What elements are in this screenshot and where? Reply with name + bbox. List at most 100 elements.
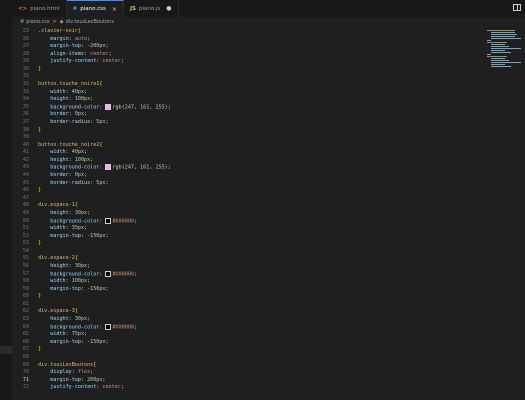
code-line[interactable]: 54 bbox=[12, 248, 482, 255]
tab-piano-css[interactable]: # piano.css × bbox=[66, 0, 124, 17]
code-line[interactable]: 68 bbox=[12, 354, 482, 361]
minimap[interactable] bbox=[483, 26, 525, 400]
code-line[interactable]: 33 width: 40px; bbox=[12, 89, 482, 96]
line-code: } bbox=[38, 66, 41, 73]
token-prop: border bbox=[38, 111, 69, 118]
line-number: 65 bbox=[22, 331, 29, 338]
code-line[interactable]: 44 border: 0px; bbox=[12, 172, 482, 179]
code-line[interactable]: 70 display: flex; bbox=[12, 369, 482, 376]
breadcrumb-file[interactable]: piano.css bbox=[26, 19, 49, 25]
line-code: background-color: #000000; bbox=[38, 323, 137, 332]
line-number: 66 bbox=[22, 338, 29, 345]
code-line[interactable]: 72 justify-content: center; bbox=[12, 384, 482, 391]
code-line[interactable]: 63 height: 30px; bbox=[12, 316, 482, 323]
token-sel: div.tousLesBoutons bbox=[38, 361, 94, 368]
code-line[interactable]: 43 background-color: rgb(247, 161, 255); bbox=[12, 164, 482, 171]
code-line[interactable]: 64 background-color: #000000; bbox=[12, 323, 482, 332]
code-line[interactable]: 61 bbox=[12, 301, 482, 308]
color-swatch-icon[interactable] bbox=[105, 270, 112, 277]
code-line[interactable]: 65 width: 75px; bbox=[12, 331, 482, 338]
code-line[interactable]: 36 border: 0px; bbox=[12, 111, 482, 118]
css-file-icon: # bbox=[20, 18, 25, 25]
token-num: 100px bbox=[74, 156, 91, 163]
line-code: background-color: #000000; bbox=[38, 270, 137, 279]
code-line[interactable]: 34 height: 100px; bbox=[12, 96, 482, 103]
code-line[interactable]: 49 height: 30px; bbox=[12, 210, 482, 217]
token-num: -150px bbox=[87, 232, 106, 239]
code-line[interactable]: 55 div.espace-2{ bbox=[12, 255, 482, 262]
color-swatch-icon[interactable] bbox=[105, 103, 112, 110]
code-line[interactable]: 48 div.espace-1{ bbox=[12, 202, 482, 209]
code-line[interactable]: 58 width: 100px; bbox=[12, 278, 482, 285]
token-sel: div.espace-2 bbox=[38, 255, 75, 262]
line-number: 33 bbox=[22, 88, 29, 95]
code-line[interactable]: 30} bbox=[12, 66, 482, 73]
code-line[interactable]: 71 margin-top: 200px; bbox=[12, 377, 482, 384]
line-code: justify-content: center; bbox=[38, 58, 124, 65]
code-line[interactable]: 41 width: 40px; bbox=[12, 149, 482, 156]
token-num: 100px bbox=[71, 278, 88, 285]
code-line[interactable]: 67} bbox=[12, 346, 482, 353]
close-icon[interactable]: × bbox=[112, 6, 117, 13]
line-code: width: 100px; bbox=[38, 278, 90, 285]
breadcrumb-selector[interactable]: div.tousLesBoutons bbox=[66, 19, 114, 25]
split-editor-icon[interactable] bbox=[513, 4, 521, 11]
token-num: -150px bbox=[87, 338, 106, 345]
line-number: 59 bbox=[22, 285, 29, 292]
token-brace: } bbox=[38, 346, 42, 353]
code-line[interactable]: 42 height: 100px; bbox=[12, 157, 482, 164]
minimap-line bbox=[491, 66, 511, 67]
code-line[interactable]: 51 width: 35px; bbox=[12, 225, 482, 232]
token-prop: background-color bbox=[38, 164, 100, 171]
code-line[interactable]: 23 .clavier-noir{ bbox=[12, 28, 482, 35]
code-line[interactable]: 26 margin: auto; bbox=[12, 36, 482, 43]
code-line[interactable]: 47 bbox=[12, 195, 482, 202]
code-editor[interactable]: 23 .clavier-noir{26 margin: auto; 27 margi… bbox=[12, 26, 525, 400]
code-line[interactable]: 40 button.touche_noire2{ bbox=[12, 142, 482, 149]
token-brace: } bbox=[38, 293, 42, 300]
code-line[interactable]: 52 margin-top: -150px; bbox=[12, 233, 482, 240]
line-number: 44 bbox=[22, 172, 29, 179]
color-swatch-icon[interactable] bbox=[105, 323, 112, 330]
line-code: width: 40px; bbox=[38, 89, 87, 96]
tab-piano-js[interactable]: JS piano.js ● bbox=[124, 0, 179, 17]
code-line[interactable]: 50 background-color: #000000; bbox=[12, 217, 482, 225]
line-number: 67 bbox=[22, 346, 29, 353]
code-line[interactable]: 39 bbox=[12, 134, 482, 141]
code-line[interactable]: 53} bbox=[12, 240, 482, 247]
token-brace: { bbox=[99, 141, 103, 148]
code-line[interactable]: 28 align-items: center; bbox=[12, 51, 482, 58]
code-line[interactable]: 29 justify-content: center; bbox=[12, 58, 482, 65]
code-line[interactable]: 45 border-radius: 5px; bbox=[12, 180, 482, 187]
code-line[interactable]: 57 background-color: #000000; bbox=[12, 270, 482, 279]
code-line[interactable]: 56 height: 30px; bbox=[12, 263, 482, 270]
code-line[interactable]: 37 border-radius: 5px; bbox=[12, 119, 482, 126]
line-code: border: 0px; bbox=[38, 111, 87, 118]
token-punc: ; bbox=[90, 369, 94, 376]
code-line[interactable]: 32 button.touche_noire1{ bbox=[12, 81, 482, 88]
code-line[interactable]: 66 margin-top: -150px; bbox=[12, 339, 482, 346]
code-line[interactable]: 60} bbox=[12, 293, 482, 300]
code-line[interactable]: 62 div.espace-3{ bbox=[12, 308, 482, 315]
color-swatch-icon[interactable] bbox=[105, 164, 112, 171]
line-code: border-radius: 5px; bbox=[38, 119, 108, 126]
token-punc: ; bbox=[105, 232, 109, 239]
code-line[interactable]: 59 margin-top: -150px; bbox=[12, 286, 482, 293]
line-code: } bbox=[38, 240, 41, 247]
code-line[interactable]: 27 margin-top: -200px; bbox=[12, 43, 482, 50]
tab-piano-html[interactable]: <> piano.html bbox=[12, 0, 67, 17]
code-line[interactable]: 38} bbox=[12, 127, 482, 134]
token-punc: ; bbox=[120, 384, 124, 391]
token-brace: { bbox=[74, 308, 78, 315]
minimap-line bbox=[487, 40, 491, 41]
code-line[interactable]: 35 background-color: rgb(247, 161, 255); bbox=[12, 103, 482, 111]
line-number: 34 bbox=[22, 96, 29, 103]
line-code: div.espace-2{ bbox=[38, 255, 78, 262]
minimap-line bbox=[491, 60, 509, 61]
code-line[interactable]: 69 div.tousLesBoutons{ bbox=[12, 362, 482, 369]
code-line[interactable]: 31 bbox=[12, 73, 482, 80]
color-swatch-icon[interactable] bbox=[105, 217, 112, 224]
token-num: 30px bbox=[74, 262, 88, 269]
code-line[interactable]: 46} bbox=[12, 187, 482, 194]
token-sel: button.touche_noire2 bbox=[38, 141, 100, 148]
